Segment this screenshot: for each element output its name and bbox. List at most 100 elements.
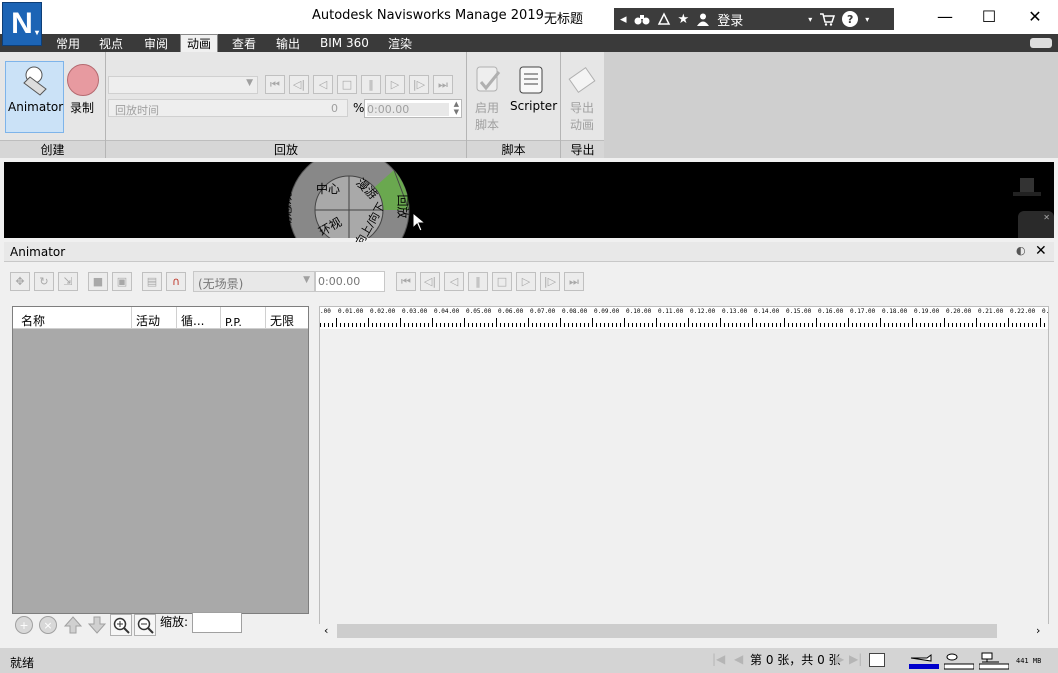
tab-animation[interactable]: 动画 bbox=[180, 34, 219, 52]
user-icon[interactable] bbox=[696, 12, 710, 26]
anim-step-back-button[interactable]: ◁| bbox=[420, 272, 440, 291]
ruler-tick bbox=[888, 323, 889, 327]
scale-tool-button[interactable]: ⇲ bbox=[58, 272, 78, 291]
scrollbar-thumb[interactable] bbox=[337, 624, 997, 638]
capture-keyframe-button[interactable]: ▤ bbox=[142, 272, 162, 291]
column-header-pp[interactable]: P.P. bbox=[220, 307, 265, 329]
wheel-center[interactable]: 中心 bbox=[316, 180, 340, 197]
tab-home[interactable]: 常用 bbox=[56, 34, 80, 52]
color-tool-button[interactable]: ■ bbox=[88, 272, 108, 291]
scene-select[interactable]: (无场景) ▼ bbox=[193, 271, 315, 292]
step-forward-button[interactable]: |▷ bbox=[409, 75, 429, 94]
ruler-tick bbox=[420, 323, 421, 327]
snap-toggle-button[interactable]: ∩ bbox=[166, 272, 186, 291]
sheet-browser-icon[interactable] bbox=[869, 653, 885, 667]
rotate-tool-button[interactable]: ↻ bbox=[34, 272, 54, 291]
next-sheet-icon[interactable]: ▶ bbox=[835, 652, 844, 666]
ruler-tick bbox=[348, 323, 349, 327]
delete-scene-button[interactable]: × bbox=[39, 616, 57, 634]
playback-time-input[interactable]: 0:00.00 ▲ ▼ bbox=[364, 99, 462, 118]
ribbon-toggle-icon[interactable] bbox=[1030, 38, 1052, 48]
zoom-in-button[interactable] bbox=[110, 614, 132, 636]
scripter-button[interactable]: Scripter bbox=[508, 62, 558, 134]
stop-button[interactable]: □ bbox=[337, 75, 357, 94]
maximize-button[interactable]: ☐ bbox=[974, 4, 1004, 28]
login-link[interactable]: 登录 bbox=[717, 10, 743, 29]
enable-script-button[interactable]: 启用 脚本 bbox=[470, 62, 506, 134]
ruler-tick bbox=[1020, 323, 1021, 327]
step-back-button[interactable]: ◁| bbox=[289, 75, 309, 94]
app-menu-button[interactable]: N ▾ bbox=[2, 2, 42, 46]
ruler-tick bbox=[984, 323, 985, 327]
anim-rewind-button[interactable]: ⏮ bbox=[396, 272, 416, 291]
play-button[interactable]: ▷ bbox=[385, 75, 405, 94]
animation-select[interactable]: ▼ bbox=[108, 76, 258, 94]
wheel-orbit[interactable]: 动态观察 bbox=[278, 180, 295, 228]
ruler-tick bbox=[988, 323, 989, 327]
reverse-play-button[interactable]: ◁ bbox=[313, 75, 333, 94]
rewind-button[interactable]: ⏮ bbox=[265, 75, 285, 94]
help-icon[interactable]: ? bbox=[842, 11, 859, 27]
viewport-nav-bar[interactable]: ✕ bbox=[1018, 211, 1054, 238]
satellite-icon[interactable] bbox=[657, 12, 671, 26]
pin-icon[interactable]: ◐ bbox=[1016, 244, 1026, 257]
timeline-ruler[interactable]: .00 0.01.00 0.02.00 0.03.00 0.04.00 0.05.00 0.… bbox=[320, 307, 1048, 329]
tab-viewpoint[interactable]: 视点 bbox=[99, 34, 123, 52]
binoculars-icon[interactable] bbox=[634, 12, 650, 26]
tab-render[interactable]: 渲染 bbox=[388, 34, 412, 52]
record-button[interactable]: 录制 bbox=[66, 61, 102, 133]
export-animation-button[interactable]: 导出 动画 bbox=[564, 62, 600, 134]
column-header-name[interactable]: 名称 bbox=[13, 307, 131, 329]
scene-tree-panel[interactable] bbox=[12, 306, 309, 614]
scroll-left-icon[interactable]: ‹ bbox=[324, 624, 328, 637]
move-down-button[interactable] bbox=[87, 615, 107, 638]
anim-step-forward-button[interactable]: |▷ bbox=[540, 272, 560, 291]
login-dropdown-icon[interactable]: ▾ bbox=[808, 15, 812, 24]
anim-fast-forward-button[interactable]: ⏭ bbox=[564, 272, 584, 291]
star-icon[interactable]: ★ bbox=[678, 12, 690, 27]
spinner-icon[interactable]: ▲ ▼ bbox=[454, 100, 459, 116]
tab-review[interactable]: 审阅 bbox=[144, 34, 168, 52]
prev-sheet-icon[interactable]: ◀ bbox=[734, 652, 743, 666]
playback-time-slider[interactable]: 回放时间 0 bbox=[108, 99, 348, 117]
close-icon[interactable]: ✕ bbox=[1043, 213, 1050, 222]
transparency-tool-button[interactable]: ▣ bbox=[112, 272, 132, 291]
ruler-tick bbox=[1032, 323, 1033, 327]
column-header-active[interactable]: 活动 bbox=[131, 307, 176, 329]
anim-play-button[interactable]: ▷ bbox=[516, 272, 536, 291]
cart-icon[interactable] bbox=[819, 12, 836, 26]
animator-time-input[interactable]: 0:00.00 bbox=[315, 271, 385, 292]
anim-stop-button[interactable]: □ bbox=[492, 272, 512, 291]
zoom-input[interactable] bbox=[192, 612, 242, 633]
close-button[interactable]: ✕ bbox=[1020, 4, 1050, 28]
anim-pause-button[interactable]: ‖ bbox=[468, 272, 488, 291]
sheet-page-info: 第 0 张，共 0 张 bbox=[750, 653, 841, 667]
help-dropdown-icon[interactable]: ▾ bbox=[865, 15, 869, 24]
tab-view[interactable]: 查看 bbox=[232, 34, 256, 52]
tab-bim360[interactable]: BIM 360 bbox=[320, 34, 369, 52]
animator-button[interactable]: Animator bbox=[5, 61, 64, 133]
scene-viewport[interactable] bbox=[4, 162, 1054, 238]
timeline-panel[interactable] bbox=[319, 306, 1049, 624]
column-header-loop[interactable]: 循... bbox=[176, 307, 220, 329]
pause-button[interactable]: ‖ bbox=[361, 75, 381, 94]
animator-close-button[interactable]: ✕ bbox=[1035, 243, 1047, 259]
anim-reverse-play-button[interactable]: ◁ bbox=[444, 272, 464, 291]
chevron-left-icon[interactable]: ◂ bbox=[620, 12, 627, 27]
last-sheet-icon[interactable]: ▶| bbox=[849, 652, 862, 666]
add-scene-button[interactable]: + bbox=[15, 616, 33, 634]
fast-forward-button[interactable]: ⏭ bbox=[433, 75, 453, 94]
wheel-rewind[interactable]: 回放 bbox=[395, 194, 412, 218]
move-tool-button[interactable]: ✥ bbox=[10, 272, 30, 291]
column-header-infinite[interactable]: 无限 bbox=[265, 307, 308, 329]
first-sheet-icon[interactable]: |◀ bbox=[712, 652, 725, 666]
scroll-right-icon[interactable]: › bbox=[1036, 624, 1040, 637]
move-up-button[interactable] bbox=[63, 615, 83, 638]
ruler-tick bbox=[872, 323, 873, 327]
viewcube-icon[interactable] bbox=[1012, 176, 1042, 198]
zoom-out-button[interactable] bbox=[134, 614, 156, 636]
minimize-button[interactable]: — bbox=[930, 4, 960, 28]
zoom-label: 缩放: bbox=[160, 615, 189, 629]
tab-output[interactable]: 输出 bbox=[276, 34, 300, 52]
navigation-wheel[interactable] bbox=[287, 162, 411, 238]
